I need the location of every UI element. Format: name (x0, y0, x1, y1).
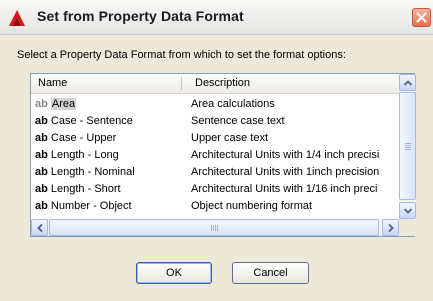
column-header-description[interactable]: Description (195, 77, 250, 89)
text-format-icon: ab (35, 98, 48, 110)
set-from-property-data-format-dialog: Set from Property Data Format Select a P… (0, 0, 433, 301)
list-item-description: Architectural Units with 1/4 inch precis… (191, 149, 380, 161)
scroll-down-button[interactable] (399, 202, 416, 219)
horizontal-scrollbar[interactable] (31, 219, 399, 236)
vertical-scroll-thumb[interactable] (399, 92, 416, 200)
close-button[interactable] (412, 8, 431, 27)
list-item[interactable]: ab Length - Short Architectural Units wi… (31, 181, 399, 198)
grip-line (217, 225, 218, 231)
vertical-scrollbar[interactable] (399, 74, 416, 219)
instruction-text: Select a Property Data Format from which… (17, 49, 346, 61)
list-item-description: Architectural Units with 1inch precision (191, 166, 380, 178)
text-format-icon: ab (35, 200, 48, 212)
cancel-button[interactable]: Cancel (232, 262, 309, 284)
grip-line (405, 149, 411, 150)
property-data-format-list[interactable]: Name Description ab Area Area calculatio… (30, 73, 416, 237)
list-header: Name Description (31, 74, 399, 94)
column-header-name[interactable]: Name (38, 77, 67, 89)
list-item[interactable]: ab Case - Upper Upper case text (31, 130, 399, 147)
scrollbar-corner (399, 219, 416, 236)
grip-line (405, 147, 411, 148)
list-item-name: Length - Nominal (50, 166, 135, 178)
chevron-down-icon (404, 208, 412, 214)
ok-button[interactable]: OK (136, 262, 212, 284)
list-item-description: Object numbering format (191, 200, 313, 212)
grip-line (211, 225, 212, 231)
text-format-icon: ab (35, 149, 48, 161)
list-item-description: Sentence case text (191, 115, 285, 127)
list-item-name: Case - Upper (50, 132, 117, 144)
scroll-up-button[interactable] (399, 74, 416, 91)
list-item-name: Length - Long (50, 149, 119, 161)
list-item[interactable]: ab Number - Object Object numbering form… (31, 198, 399, 215)
grip-line (405, 145, 411, 146)
scroll-right-button[interactable] (382, 219, 399, 236)
list-item[interactable]: ab Length - Nominal Architectural Units … (31, 164, 399, 181)
horizontal-scroll-thumb[interactable] (49, 219, 379, 236)
column-divider[interactable] (181, 77, 182, 90)
title-bar[interactable]: Set from Property Data Format (0, 0, 433, 35)
list-rows: ab Area Area calculations ab Case - Sent… (31, 96, 399, 218)
text-format-icon: ab (35, 115, 48, 127)
list-item[interactable]: ab Case - Sentence Sentence case text (31, 113, 399, 130)
list-item-description: Upper case text (191, 132, 269, 144)
chevron-left-icon (37, 224, 43, 232)
list-item[interactable]: ab Length - Long Architectural Units wit… (31, 147, 399, 164)
list-item-name: Case - Sentence (50, 115, 133, 127)
list-item-name: Number - Object (50, 200, 132, 212)
grip-line (405, 143, 411, 144)
grip-line (215, 225, 216, 231)
list-item-name: Length - Short (50, 183, 121, 195)
text-format-icon: ab (35, 183, 48, 195)
chevron-up-icon (404, 80, 412, 86)
close-icon (416, 12, 427, 23)
autocad-logo-icon (9, 10, 25, 26)
chevron-right-icon (388, 224, 394, 232)
text-format-icon: ab (35, 166, 48, 178)
list-item-description: Architectural Units with 1/16 inch preci (191, 183, 378, 195)
text-format-icon: ab (35, 132, 48, 144)
list-item-name: Area (50, 98, 77, 110)
scroll-left-button[interactable] (31, 219, 48, 236)
window-title: Set from Property Data Format (37, 8, 244, 24)
list-item[interactable]: ab Area Area calculations (31, 96, 399, 113)
list-item-description: Area calculations (191, 98, 275, 110)
grip-line (213, 225, 214, 231)
